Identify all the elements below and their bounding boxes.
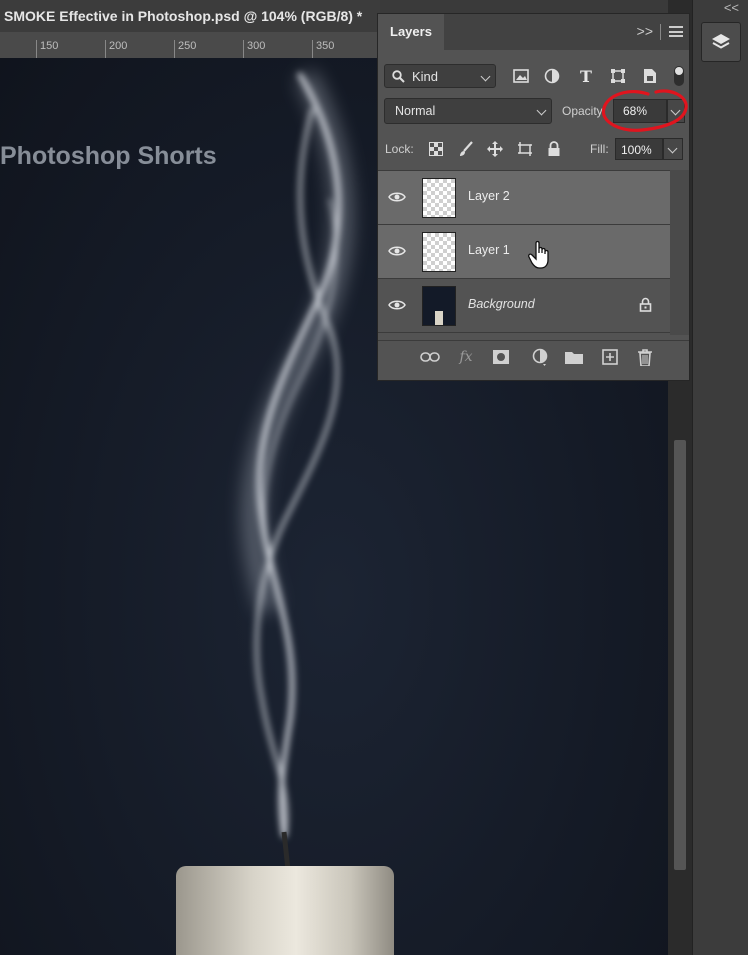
- pixel-filter-icon[interactable]: [510, 65, 532, 87]
- layer-name: Layer 2: [468, 189, 510, 203]
- blend-mode-select[interactable]: Normal: [384, 98, 552, 124]
- chevron-down-icon: [536, 105, 547, 116]
- lock-icon[interactable]: [639, 297, 652, 312]
- panel-header: Layers >>: [378, 14, 689, 50]
- lock-label: Lock:: [385, 142, 414, 156]
- opacity-slider-button[interactable]: [667, 99, 685, 123]
- ruler-tick: 300: [243, 40, 265, 58]
- layers-dock-button[interactable]: [701, 22, 741, 62]
- link-layers-icon[interactable]: [418, 347, 442, 367]
- scrollbar-thumb[interactable]: [674, 440, 686, 870]
- layers-icon: [712, 34, 730, 49]
- header-divider: [660, 24, 661, 40]
- layer-row-background[interactable]: Background: [378, 279, 670, 333]
- lock-row: Lock: Fill: 100%: [378, 138, 689, 162]
- search-icon: [392, 70, 405, 83]
- ruler-tick: 150: [36, 40, 58, 58]
- layer-thumbnail: [422, 178, 456, 218]
- eye-icon[interactable]: [388, 191, 406, 203]
- layers-scrollbar[interactable]: [670, 170, 689, 335]
- ruler-tick: 250: [174, 40, 196, 58]
- lock-transparent-pixels-icon[interactable]: [426, 139, 446, 159]
- lock-image-pixels-icon[interactable]: [456, 139, 476, 159]
- chevron-down-icon: [670, 105, 681, 116]
- lock-position-icon[interactable]: [485, 139, 505, 159]
- chevron-down-icon: [667, 143, 678, 154]
- expand-panel-button[interactable]: >>: [637, 23, 653, 39]
- tab-layers[interactable]: Layers: [378, 14, 444, 50]
- new-layer-icon[interactable]: [598, 347, 622, 367]
- lock-artboard-icon[interactable]: [515, 139, 535, 159]
- adjustment-filter-icon[interactable]: [541, 65, 563, 87]
- new-group-icon[interactable]: [562, 347, 586, 367]
- layer-name: Layer 1: [468, 243, 510, 257]
- filter-toggle[interactable]: [674, 66, 684, 86]
- adjustment-layer-icon[interactable]: [528, 347, 552, 367]
- layer-thumbnail: [422, 286, 456, 326]
- blend-mode-value: Normal: [395, 104, 436, 118]
- panel-footer: fx: [378, 340, 689, 373]
- ruler-tick: 350: [312, 40, 334, 58]
- document-title: SMOKE Effective in Photoshop.psd @ 104% …: [4, 8, 363, 24]
- add-mask-icon[interactable]: [489, 347, 513, 367]
- hand-cursor-icon: [528, 240, 549, 269]
- layer-row-layer-2[interactable]: Layer 2: [378, 171, 670, 225]
- delete-layer-icon[interactable]: [633, 347, 657, 367]
- watermark-text: Photoshop Shorts: [0, 142, 217, 170]
- blend-row: Normal Opacity: 68%: [378, 89, 689, 132]
- document-tab[interactable]: SMOKE Effective in Photoshop.psd @ 104% …: [0, 0, 380, 32]
- type-filter-icon[interactable]: T: [575, 65, 597, 87]
- ruler-tick: 200: [105, 40, 127, 58]
- layers-panel: Layers >> Kind T Normal Opacity: 68% Loc…: [377, 13, 690, 381]
- shape-filter-icon[interactable]: [607, 65, 629, 87]
- layers-list: Layer 2 Layer 1 Background: [378, 170, 670, 336]
- fx-icon[interactable]: fx: [454, 347, 478, 367]
- kind-label: Kind: [412, 69, 439, 84]
- smart-object-filter-icon[interactable]: [639, 65, 661, 87]
- chevron-down-icon: [480, 71, 491, 82]
- fill-slider-button[interactable]: [663, 138, 683, 160]
- fill-label: Fill:: [590, 142, 609, 156]
- layer-thumbnail: [422, 232, 456, 272]
- candle-image: [176, 866, 394, 955]
- fill-input[interactable]: 100%: [615, 138, 663, 160]
- panel-menu-icon[interactable]: [669, 26, 683, 37]
- panel-dock: <<: [692, 0, 748, 955]
- kind-filter-select[interactable]: Kind: [384, 64, 496, 88]
- eye-icon[interactable]: [388, 299, 406, 311]
- layer-name: Background: [468, 297, 535, 311]
- opacity-input[interactable]: 68%: [613, 99, 667, 123]
- filter-row: Kind T: [378, 62, 689, 90]
- opacity-label: Opacity:: [562, 104, 607, 118]
- lock-all-icon[interactable]: [544, 139, 564, 159]
- horizontal-ruler: 150 200 250 300 350: [0, 32, 380, 59]
- eye-icon[interactable]: [388, 245, 406, 257]
- layer-row-layer-1[interactable]: Layer 1: [378, 225, 670, 279]
- collapse-dock-button[interactable]: <<: [724, 0, 739, 15]
